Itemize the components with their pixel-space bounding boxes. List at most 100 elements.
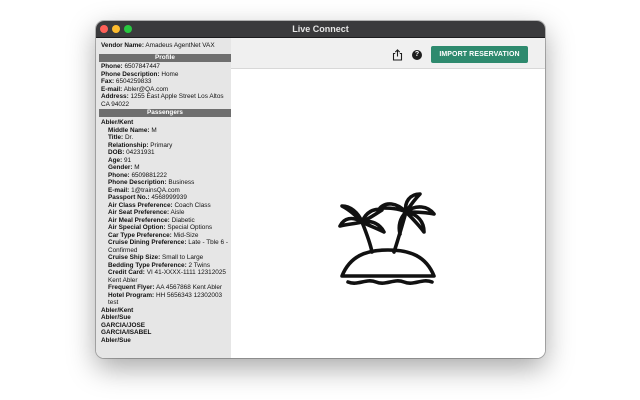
profile-email: E-mail: Abler@QA.com bbox=[101, 86, 231, 94]
pax-gender: Gender: M bbox=[108, 164, 231, 172]
profile-phone-value: 6507847447 bbox=[124, 63, 160, 70]
detail-label: Air Class Preference: bbox=[108, 201, 173, 209]
pax-air-special: Air Special Option: Special Options bbox=[108, 224, 231, 232]
detail-value: AA 4567868 Kent Abler bbox=[155, 284, 223, 291]
profile-address-label: Address: bbox=[101, 93, 129, 100]
profile-section: Phone: 6507847447 Phone Description: Hom… bbox=[96, 62, 231, 109]
profile-phone-description-value: Home bbox=[161, 70, 179, 78]
passenger-item[interactable]: GARCIA/JOSE bbox=[101, 322, 231, 330]
pax-bedding-type: Bedding Type Preference: 2 Twins bbox=[108, 262, 231, 270]
detail-label: Middle Name: bbox=[108, 126, 150, 134]
pax-dob: DOB: 04231931 bbox=[108, 149, 231, 157]
detail-label: Hotel Program: bbox=[108, 291, 155, 299]
pax-title: Title: Dr. bbox=[108, 134, 231, 142]
profile-fax-value: 6504259833 bbox=[115, 78, 152, 85]
pax-air-meal: Air Meal Preference: Diabetic bbox=[108, 217, 231, 225]
passenger-list: Abler/Kent Middle Name: M Title: Dr. Rel… bbox=[96, 117, 231, 344]
detail-value: Small to Large bbox=[161, 254, 204, 261]
pax-phone: Phone: 6509881222 bbox=[108, 172, 231, 180]
detail-label: Bedding Type Preference: bbox=[108, 261, 187, 269]
passenger-item[interactable]: Abler/Kent bbox=[101, 307, 231, 315]
detail-value: Aisle bbox=[170, 209, 185, 216]
detail-label: Frequent Flyer: bbox=[108, 284, 155, 291]
pax-cruise-dining: Cruise Dining Preference: Late - Tble 6 … bbox=[108, 239, 231, 254]
detail-value: Special Options bbox=[167, 224, 213, 231]
detail-value: Mid-Size bbox=[173, 231, 199, 239]
detail-label: DOB: bbox=[108, 149, 125, 156]
pax-email: E-mail: 1@trainsQA.com bbox=[108, 187, 231, 195]
detail-value: 6509881222 bbox=[131, 171, 167, 179]
detail-label: Air Special Option: bbox=[108, 224, 166, 231]
detail-label: Relationship: bbox=[108, 141, 149, 149]
profile-email-label: E-mail: bbox=[101, 85, 123, 93]
pax-air-class: Air Class Preference: Coach Class bbox=[108, 202, 231, 210]
vendor-value: Amadeus AgentNet VAX bbox=[145, 42, 215, 49]
passenger-item[interactable]: Abler/Sue bbox=[101, 314, 231, 322]
detail-value: Diabetic bbox=[171, 216, 195, 224]
reservation-sidebar[interactable]: Vendor Name: Amadeus AgentNet VAX Profil… bbox=[96, 38, 231, 358]
profile-fax-label: Fax: bbox=[101, 78, 115, 85]
passenger-item[interactable]: GARCIA/ISABEL bbox=[101, 329, 231, 337]
pax-car-type: Car Type Preference: Mid-Size bbox=[108, 232, 231, 240]
detail-value: Business bbox=[168, 179, 195, 186]
detail-label: Phone Description: bbox=[108, 179, 167, 186]
passenger-name: Abler/Sue bbox=[101, 314, 131, 321]
passengers-header: Passengers bbox=[99, 109, 231, 117]
passenger-details: Middle Name: M Title: Dr. Relationship: … bbox=[101, 127, 231, 307]
pax-cruise-ship-size: Cruise Ship Size: Small to Large bbox=[108, 254, 231, 262]
pax-passport: Passport No.: 4568999939 bbox=[108, 194, 231, 202]
profile-phone-description-label: Phone Description: bbox=[101, 70, 160, 78]
detail-label: Cruise Ship Size: bbox=[108, 254, 161, 261]
toolbar: ? IMPORT RESERVATION bbox=[231, 38, 545, 69]
main-panel: ? IMPORT RESERVATION bbox=[231, 38, 545, 358]
detail-label: Age: bbox=[108, 156, 123, 164]
detail-value: Primary bbox=[150, 141, 173, 149]
detail-label: Title: bbox=[108, 134, 124, 141]
detail-label: Credit Card: bbox=[108, 269, 145, 276]
detail-label: Car Type Preference: bbox=[108, 231, 172, 239]
detail-value: M bbox=[151, 126, 157, 134]
live-connect-window: Live Connect Vendor Name: Amadeus AgentN… bbox=[96, 21, 545, 358]
profile-header: Profile bbox=[99, 54, 231, 62]
profile-phone-description: Phone Description: Home bbox=[101, 71, 231, 79]
island-palm-trees-icon bbox=[338, 192, 436, 285]
pax-frequent-flyer: Frequent Flyer: AA 4567868 Kent Abler bbox=[108, 284, 231, 292]
pax-phone-description: Phone Description: Business bbox=[108, 179, 231, 187]
passenger-item[interactable]: Abler/Sue bbox=[101, 337, 231, 345]
profile-address: Address: 1255 East Apple Street Los Alto… bbox=[101, 93, 231, 108]
pax-middle-name: Middle Name: M bbox=[108, 127, 231, 135]
detail-label: Cruise Dining Preference: bbox=[108, 239, 187, 246]
profile-email-value: Abler@QA.com bbox=[123, 85, 169, 93]
passenger-item-selected[interactable]: Abler/Kent bbox=[101, 119, 231, 127]
import-reservation-button[interactable]: IMPORT RESERVATION bbox=[431, 46, 528, 63]
vendor-row: Vendor Name: Amadeus AgentNet VAX bbox=[101, 42, 231, 54]
pax-credit-card: Credit Card: VI 41-XXXX-1111 12312025 Ke… bbox=[108, 269, 231, 284]
passenger-name: Abler/Sue bbox=[101, 336, 131, 344]
detail-value: 4568999939 bbox=[151, 194, 187, 201]
passenger-name: Abler/Kent bbox=[101, 119, 134, 126]
pax-air-seat: Air Seat Preference: Aisle bbox=[108, 209, 231, 217]
detail-value: 1@trainsQA.com bbox=[131, 186, 180, 194]
passenger-name: GARCIA/JOSE bbox=[101, 321, 146, 329]
detail-label: Phone: bbox=[108, 171, 130, 179]
share-icon[interactable] bbox=[392, 48, 403, 61]
detail-label: Gender: bbox=[108, 164, 133, 171]
detail-value: M bbox=[134, 164, 140, 171]
window-title: Live Connect bbox=[292, 24, 349, 34]
detail-label: Air Seat Preference: bbox=[108, 209, 170, 216]
detail-label: Air Meal Preference: bbox=[108, 216, 170, 224]
detail-value: 91 bbox=[123, 156, 132, 164]
detail-label: E-mail: bbox=[108, 186, 130, 194]
profile-phone-label: Phone: bbox=[101, 63, 123, 70]
detail-value: 2 Twins bbox=[188, 261, 211, 269]
passenger-name: Abler/Kent bbox=[101, 306, 134, 314]
pax-age: Age: 91 bbox=[108, 157, 231, 165]
detail-value: 04231931 bbox=[126, 149, 155, 156]
pax-relationship: Relationship: Primary bbox=[108, 142, 231, 150]
help-icon[interactable]: ? bbox=[412, 50, 422, 60]
pax-hotel-program: Hotel Program: HH 5656343 12302003 test bbox=[108, 292, 231, 307]
vendor-label: Vendor Name: bbox=[101, 42, 144, 49]
detail-value: Coach Class bbox=[174, 201, 211, 209]
passenger-name: GARCIA/ISABEL bbox=[101, 329, 152, 336]
detail-value: Dr. bbox=[124, 134, 134, 141]
